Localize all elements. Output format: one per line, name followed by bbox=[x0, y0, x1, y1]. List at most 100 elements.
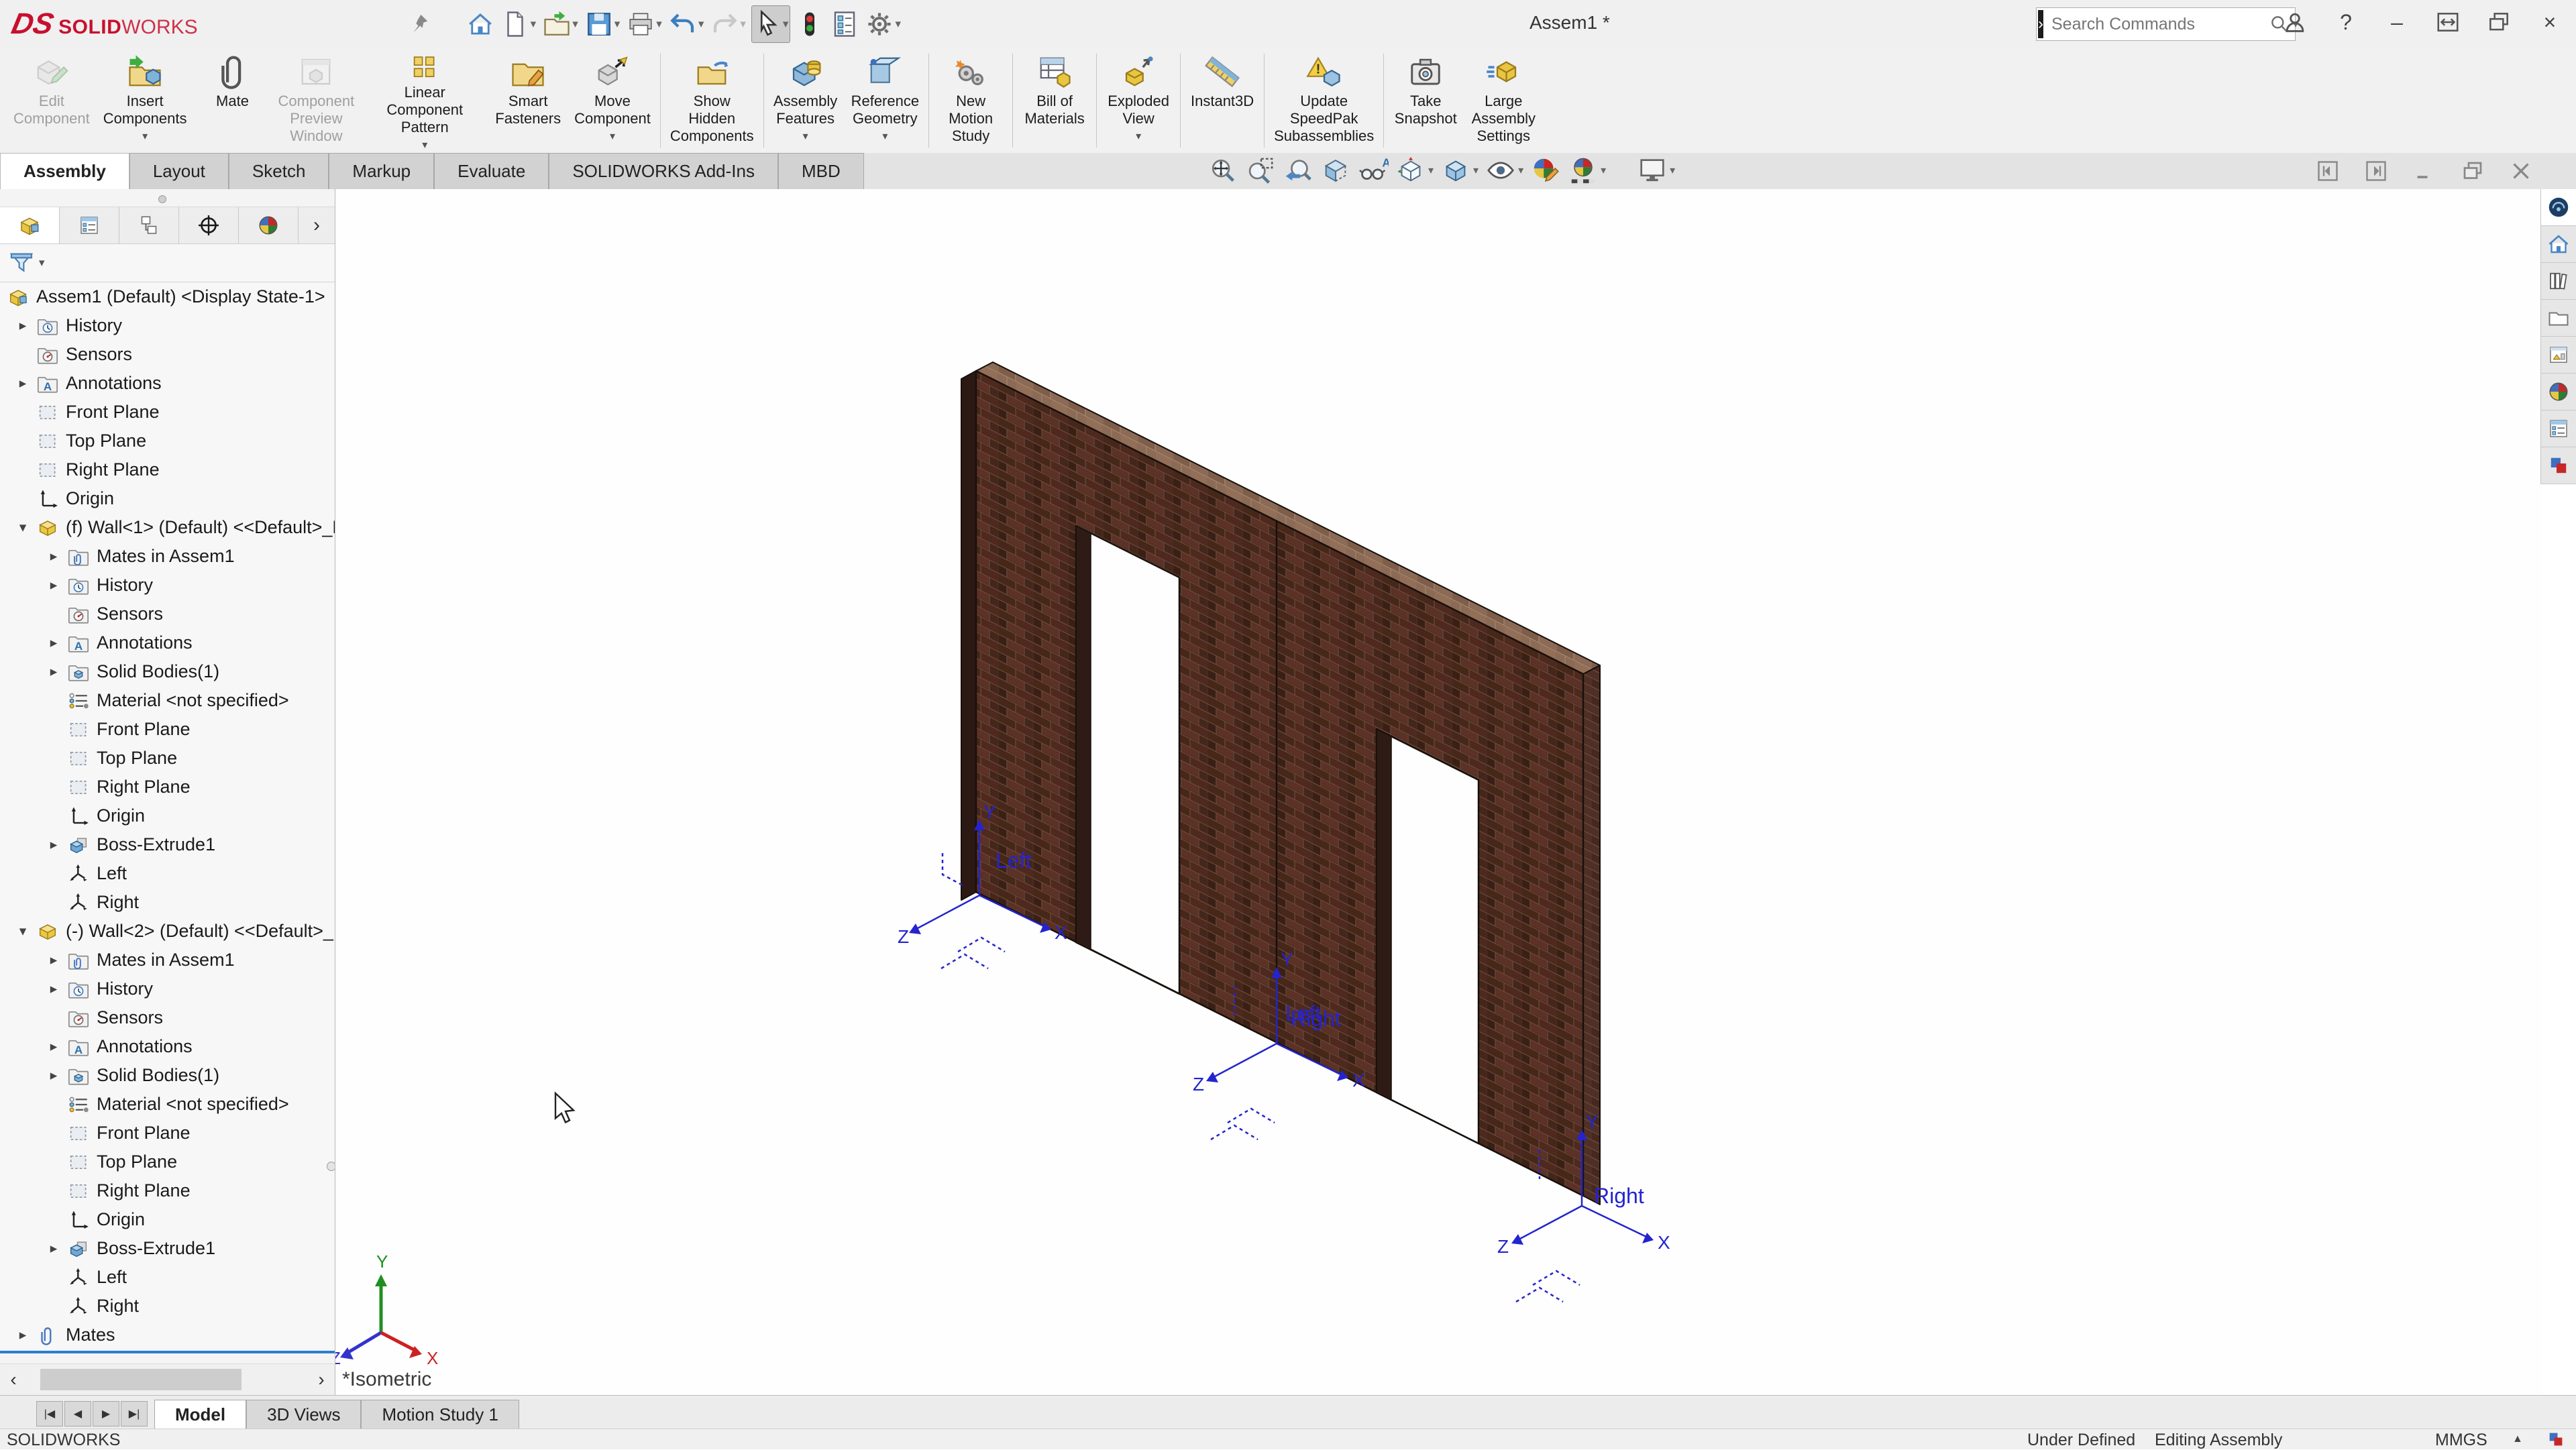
units-selector[interactable]: MMGS bbox=[2435, 1431, 2487, 1450]
dropdown-caret[interactable]: ▾ bbox=[1518, 164, 1523, 177]
dropdown-caret[interactable]: ▾ bbox=[783, 17, 789, 31]
panel-horizontal-scrollbar[interactable]: ‹ › bbox=[0, 1363, 335, 1395]
tree-row[interactable]: Origin bbox=[0, 1205, 335, 1234]
custom-properties-tab[interactable] bbox=[2541, 410, 2576, 447]
tree-row[interactable]: History bbox=[0, 311, 335, 340]
tree-row[interactable]: Front Plane bbox=[0, 398, 335, 427]
collapse-right[interactable] bbox=[2361, 157, 2391, 185]
ribbon-button[interactable]: Mate bbox=[194, 48, 272, 153]
pin-icon[interactable] bbox=[409, 13, 431, 36]
ribbon-button[interactable]: Update SpeedPak Subassemblies bbox=[1267, 48, 1381, 153]
dropdown-caret[interactable]: ▾ bbox=[803, 129, 808, 143]
expand-arrow[interactable] bbox=[9, 519, 36, 536]
compare-tab[interactable] bbox=[2541, 447, 2576, 484]
ribbon-button[interactable]: Smart Fasteners bbox=[488, 48, 568, 153]
dropdown-caret[interactable]: ▾ bbox=[1136, 129, 1141, 143]
ribbon-button[interactable]: New Motion Study bbox=[932, 48, 1010, 153]
tree-row[interactable]: Sensors bbox=[0, 1003, 335, 1032]
open-button[interactable]: ▾ bbox=[541, 6, 580, 42]
dropdown-caret[interactable]: ▾ bbox=[1473, 164, 1479, 177]
file-explorer-tab[interactable] bbox=[2541, 300, 2576, 337]
tree-row[interactable]: Material <not specified> bbox=[0, 1090, 335, 1119]
help-button[interactable]: ? bbox=[2330, 7, 2361, 38]
tab-nav-button[interactable]: ◀ bbox=[64, 1401, 91, 1427]
dropdown-caret[interactable]: ▾ bbox=[1670, 164, 1675, 177]
account-button[interactable] bbox=[2279, 7, 2310, 38]
dropdown-caret[interactable]: ▾ bbox=[1601, 164, 1606, 177]
tree-filter[interactable]: ▾ bbox=[0, 244, 335, 282]
doc-restore[interactable] bbox=[2458, 157, 2487, 185]
dropdown-caret[interactable]: ▾ bbox=[572, 17, 578, 31]
tree-row[interactable]: Sensors bbox=[0, 340, 335, 369]
expand-arrow[interactable] bbox=[40, 1067, 67, 1084]
collapse-left[interactable] bbox=[2313, 157, 2343, 185]
tab-nav-button[interactable]: ▶ bbox=[93, 1401, 119, 1427]
dropdown-caret[interactable]: ▾ bbox=[895, 17, 901, 31]
ribbon-button[interactable]: Large Assembly Settings bbox=[1464, 48, 1542, 153]
command-tab[interactable]: Sketch bbox=[229, 153, 329, 189]
dropdown-caret[interactable]: ▾ bbox=[1428, 164, 1434, 177]
tree-row[interactable]: Top Plane bbox=[0, 1148, 335, 1176]
document-tab[interactable]: 3D Views bbox=[246, 1400, 361, 1429]
search-input[interactable] bbox=[2045, 14, 2269, 35]
display-style[interactable]: ▾ bbox=[1440, 155, 1479, 186]
doc-minimize[interactable] bbox=[2410, 157, 2439, 185]
view-palette-tab[interactable] bbox=[2541, 337, 2576, 374]
tree-row[interactable]: (f) Wall<1> (Default) <<Default>_Di bbox=[0, 513, 335, 542]
apply-scene[interactable]: ▾ bbox=[1568, 155, 1606, 186]
command-tab[interactable]: MBD bbox=[778, 153, 864, 189]
minimize-button[interactable]: – bbox=[2381, 7, 2412, 38]
tree-row[interactable]: Front Plane bbox=[0, 1119, 335, 1148]
view-settings[interactable]: ▾ bbox=[1637, 155, 1675, 186]
tree-row[interactable]: Assem1 (Default) <Display State-1> bbox=[0, 282, 335, 311]
configurationmanager-tab[interactable] bbox=[119, 207, 179, 243]
displaymanager-tab[interactable] bbox=[239, 207, 299, 243]
expand-arrow[interactable] bbox=[9, 1327, 36, 1343]
command-tab[interactable]: SOLIDWORKS Add-Ins bbox=[549, 153, 778, 189]
document-tab[interactable]: Model bbox=[154, 1400, 246, 1429]
tree-row[interactable]: Left bbox=[0, 859, 335, 888]
expand-arrow[interactable] bbox=[9, 317, 36, 334]
model-canvas[interactable]: Y Z X Y Z X Y Z X Left Left Right Right … bbox=[335, 189, 2542, 1395]
new-document-button[interactable]: ▾ bbox=[500, 6, 538, 42]
hide-show-annotations[interactable] bbox=[1358, 155, 1389, 186]
search-commands-box[interactable]: › ▾ bbox=[2036, 7, 2296, 41]
dimxpertmanager-tab[interactable] bbox=[179, 207, 239, 243]
zoom-to-area[interactable] bbox=[1245, 155, 1276, 186]
tree-row[interactable]: Boss-Extrude1 bbox=[0, 830, 335, 859]
tree-row[interactable]: (-) Wall<2> (Default) <<Default>_Di bbox=[0, 917, 335, 946]
dropdown-caret[interactable]: ▾ bbox=[614, 17, 621, 31]
units-caret[interactable]: ▲ bbox=[2512, 1433, 2523, 1445]
redo-button[interactable]: ▾ bbox=[709, 6, 747, 42]
command-tab[interactable]: Evaluate bbox=[434, 153, 549, 189]
ribbon-button[interactable]: Move Component ▾ bbox=[568, 48, 657, 153]
search-scope-icon[interactable]: › bbox=[2038, 10, 2043, 38]
home-button[interactable] bbox=[465, 6, 496, 42]
ribbon-button[interactable]: Assembly Features ▾ bbox=[767, 48, 845, 153]
tree-row[interactable]: Mates bbox=[0, 1321, 335, 1349]
ribbon-button[interactable]: Take Snapshot bbox=[1387, 48, 1464, 153]
tree-row[interactable]: Right Plane bbox=[0, 455, 335, 484]
previous-view[interactable] bbox=[1283, 155, 1313, 186]
panel-splitter[interactable] bbox=[0, 189, 335, 207]
ribbon-button[interactable]: Bill of Materials bbox=[1016, 48, 1093, 153]
tree-row[interactable]: Right Plane bbox=[0, 1176, 335, 1205]
xpert-button[interactable] bbox=[794, 6, 825, 42]
panel-resize-handle[interactable] bbox=[327, 1162, 335, 1171]
tree-row[interactable]: Top Plane bbox=[0, 744, 335, 773]
tree-row[interactable]: Right bbox=[0, 1292, 335, 1321]
dropdown-caret[interactable]: ▾ bbox=[882, 129, 888, 143]
tree-row[interactable]: Annotations bbox=[0, 369, 335, 398]
expand-arrow[interactable] bbox=[40, 548, 67, 565]
ribbon-button[interactable]: Reference Geometry ▾ bbox=[845, 48, 926, 153]
view-orientation[interactable]: ▾ bbox=[1395, 155, 1434, 186]
graphics-viewport[interactable]: Y Z X Y Z X Y Z X Left Left Right Right … bbox=[335, 189, 2542, 1395]
expand-button[interactable] bbox=[2432, 7, 2463, 38]
tree-row[interactable]: Left bbox=[0, 1263, 335, 1292]
dropdown-caret[interactable]: ▾ bbox=[740, 17, 746, 31]
tree-row[interactable]: Annotations bbox=[0, 1032, 335, 1061]
3dexperience-tab[interactable] bbox=[2541, 189, 2576, 226]
expand-arrow[interactable] bbox=[40, 663, 67, 680]
section-view[interactable] bbox=[1320, 155, 1351, 186]
tree-row[interactable]: History bbox=[0, 571, 335, 600]
